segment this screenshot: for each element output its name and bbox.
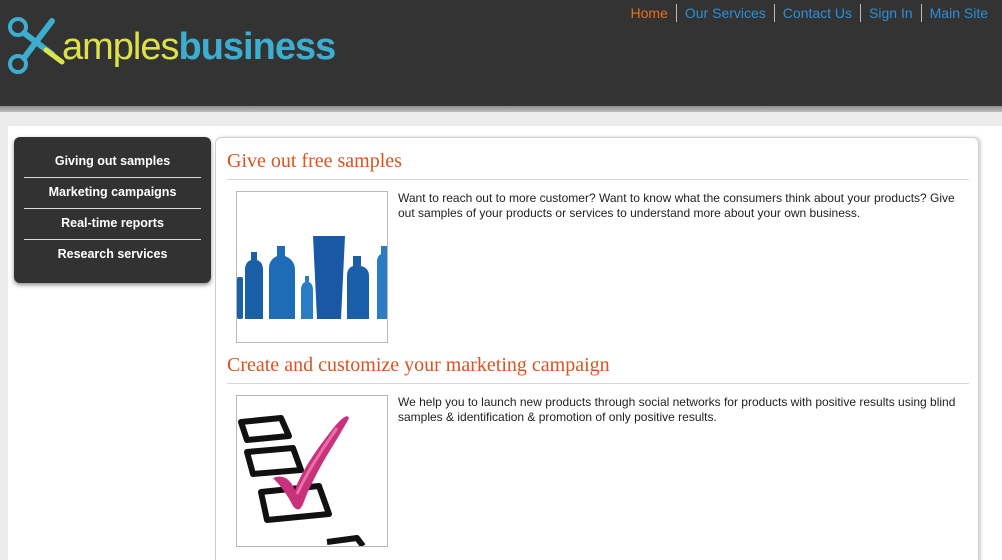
nav-contact-us[interactable]: Contact Us bbox=[773, 4, 860, 22]
checklist-checkmark-image bbox=[236, 395, 388, 547]
sidebar-item-marketing-campaigns[interactable]: Marketing campaigns bbox=[24, 178, 201, 209]
section-divider bbox=[227, 179, 969, 180]
section-text-marketing-campaign: We help you to launch new products throu… bbox=[398, 395, 956, 424]
section-divider bbox=[227, 383, 969, 384]
nav-home[interactable]: Home bbox=[623, 4, 676, 22]
top-navigation: Home Our Services Contact Us Sign In Mai… bbox=[623, 4, 996, 22]
main-content: Give out free samples Want to reach out … bbox=[215, 137, 979, 560]
sidebar-item-giving-out-samples[interactable]: Giving out samples bbox=[24, 147, 201, 178]
sidebar-item-real-time-reports[interactable]: Real-time reports bbox=[24, 209, 201, 240]
site-logo[interactable]: amplesbusiness bbox=[6, 8, 366, 80]
section-title-marketing-campaign: Create and customize your marketing camp… bbox=[227, 354, 610, 376]
logo-wordmark: amplesbusiness bbox=[62, 26, 337, 69]
section-text-free-samples: Want to reach out to more customer? Want… bbox=[398, 191, 955, 220]
nav-main-site[interactable]: Main Site bbox=[920, 4, 996, 22]
section-title-free-samples: Give out free samples bbox=[227, 150, 402, 172]
site-header: amplesbusiness Home Our Services Contact… bbox=[0, 0, 1002, 106]
header-divider bbox=[0, 106, 1002, 112]
logo-suffix: business bbox=[178, 26, 337, 68]
blue-bottles-image bbox=[236, 191, 388, 343]
scissors-x-icon bbox=[8, 17, 65, 74]
sidebar-item-research-services[interactable]: Research services bbox=[24, 240, 201, 271]
sidebar-menu: Giving out samples Marketing campaigns R… bbox=[14, 137, 211, 283]
nav-sign-in[interactable]: Sign In bbox=[860, 4, 921, 22]
nav-our-services[interactable]: Our Services bbox=[675, 4, 774, 22]
logo-prefix: amples bbox=[62, 26, 179, 68]
